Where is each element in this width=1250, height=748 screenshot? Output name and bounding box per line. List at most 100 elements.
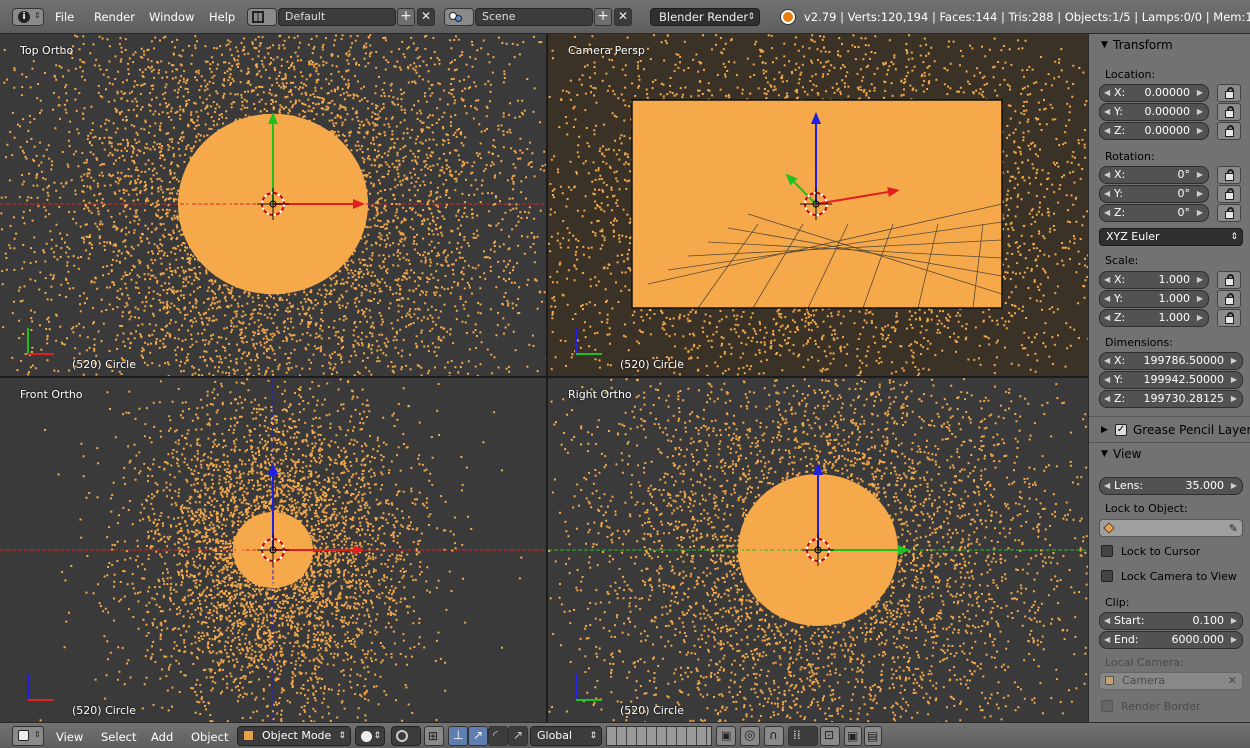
dimensions-x-field[interactable]: ◀ X: 199786.50000 ▶: [1099, 352, 1243, 370]
lock-to-object-field[interactable]: ✎: [1099, 519, 1243, 537]
mode-select[interactable]: Object Mode ⇕: [237, 726, 351, 746]
menu-file[interactable]: File: [55, 10, 74, 24]
screen-layout-field[interactable]: Default: [278, 8, 396, 26]
scale-manipulator-button[interactable]: ◜: [488, 726, 508, 746]
clip-start-field[interactable]: ◀ Start: 0.100 ▶: [1099, 612, 1243, 630]
snap-toggle-button[interactable]: ∩: [764, 726, 784, 746]
scale-z-field[interactable]: ◀ Z: 1.000 ▶: [1099, 309, 1209, 327]
transform-panel-header[interactable]: ▼ Transform: [1089, 34, 1250, 56]
opengl-animation-button[interactable]: ▤: [864, 726, 882, 746]
menu-render[interactable]: Render: [94, 10, 135, 24]
viewport-title: Right Ortho: [568, 388, 632, 401]
field-value: 199942.50000: [1143, 373, 1224, 386]
field-value: 0.00000: [1144, 86, 1191, 99]
lock-camera-to-view-checkbox[interactable]: [1101, 570, 1113, 582]
field-value: 6000.000: [1171, 633, 1225, 646]
lock-scale-y-button[interactable]: [1217, 290, 1241, 308]
scene-statistics: v2.79 | Verts:120,194 | Faces:144 | Tris…: [804, 10, 1250, 24]
manipulator-toggle[interactable]: ⊞: [424, 726, 444, 746]
particle-cloud: [0, 378, 546, 722]
snap-increment-icon: ⁞⁞: [793, 728, 801, 742]
opengl-render-button[interactable]: ▣: [844, 726, 862, 746]
menu-select[interactable]: Select: [101, 730, 136, 744]
scale-x-field[interactable]: ◀ X: 1.000 ▶: [1099, 271, 1209, 289]
menu-add[interactable]: Add: [151, 730, 173, 744]
render-engine-select[interactable]: Blender Render ⇕: [650, 8, 760, 26]
scale-tool-button[interactable]: ↗: [508, 726, 528, 746]
menu-help[interactable]: Help: [209, 10, 235, 24]
viewport-front-ortho[interactable]: Front Ortho (520) Circle: [0, 378, 546, 722]
proportional-edit-button[interactable]: ◎: [740, 726, 760, 746]
lock-to-cursor-label: Lock to Cursor: [1121, 545, 1201, 558]
menu-window[interactable]: Window: [149, 10, 194, 24]
rotate-manipulator-button[interactable]: ↗: [468, 726, 488, 746]
rotation-mode-select[interactable]: XYZ Euler ⇕: [1099, 228, 1243, 246]
lens-field[interactable]: ◀ Lens: 35.000 ▶: [1099, 477, 1243, 495]
field-value: 1.000: [1158, 292, 1191, 305]
arrow-right-icon: ▶: [1230, 616, 1237, 625]
add-scene-button[interactable]: +: [594, 8, 612, 26]
magnet-icon: ∩: [769, 728, 778, 742]
viewport-shading-select[interactable]: ⇕: [355, 726, 385, 746]
lock-to-cursor-checkbox[interactable]: [1101, 545, 1113, 557]
lock-layers-button[interactable]: ▣: [716, 726, 736, 746]
pivot-point-select[interactable]: [391, 726, 421, 746]
field-value: 0.00000: [1144, 124, 1191, 137]
viewport-camera-persp[interactable]: Camera Persp (520) Circle: [548, 34, 1088, 376]
add-screen-button[interactable]: +: [397, 8, 415, 26]
viewport-right-ortho[interactable]: Right Ortho (520) Circle: [548, 378, 1088, 722]
delete-scene-button[interactable]: ✕: [614, 8, 632, 26]
delete-screen-button[interactable]: ✕: [417, 8, 435, 26]
lock-rotation-x-button[interactable]: [1217, 166, 1241, 184]
lock-location-y-button[interactable]: [1217, 103, 1241, 121]
lock-rotation-y-button[interactable]: [1217, 185, 1241, 203]
scale-y-field[interactable]: ◀ Y: 1.000 ▶: [1099, 290, 1209, 308]
viewport-divider-horizontal[interactable]: [0, 376, 1088, 378]
translate-manipulator-button[interactable]: ⊥: [448, 726, 468, 746]
render-border-checkbox[interactable]: [1101, 700, 1113, 712]
viewport-divider-vertical[interactable]: [546, 34, 548, 722]
blender-logo-icon: [781, 10, 795, 24]
menu-object[interactable]: Object: [191, 730, 228, 744]
scene-browse-button[interactable]: [444, 8, 474, 26]
rotation-z-field[interactable]: ◀ Z: 0° ▶: [1099, 204, 1209, 222]
rotation-label: Rotation:: [1105, 150, 1155, 163]
field-value: 0°: [1177, 206, 1191, 219]
clip-end-label: End:: [1114, 633, 1139, 646]
editor-type-button[interactable]: ⇕: [12, 726, 44, 746]
location-x-field[interactable]: ◀ X: 0.00000 ▶: [1099, 84, 1209, 102]
grease-pencil-checkbox[interactable]: ✓: [1115, 424, 1127, 436]
scene-field[interactable]: Scene: [475, 8, 593, 26]
local-camera-field[interactable]: Camera ✕: [1099, 672, 1243, 690]
chevron-updown-icon: ⇕: [338, 731, 346, 741]
lock-scale-z-button[interactable]: [1217, 309, 1241, 327]
viewport-title: Camera Persp: [568, 44, 645, 57]
viewport-top-ortho[interactable]: Top Ortho (520) Circle: [0, 34, 546, 376]
snap-target-button[interactable]: ⊡: [820, 726, 840, 746]
dimensions-y-field[interactable]: ◀ Y: 199942.50000 ▶: [1099, 371, 1243, 389]
dimensions-z-field[interactable]: ◀ Z: 199730.28125 ▶: [1099, 390, 1243, 408]
arrow-right-icon: ▶: [1230, 394, 1237, 403]
axis-label: X:: [1114, 273, 1126, 286]
arrow-left-icon: ◀: [1104, 208, 1111, 217]
field-value: 35.000: [1185, 479, 1225, 492]
menu-view[interactable]: View: [56, 730, 83, 744]
rotation-y-field[interactable]: ◀ Y: 0° ▶: [1099, 185, 1209, 203]
clip-end-field[interactable]: ◀ End: 6000.000 ▶: [1099, 631, 1243, 649]
lock-scale-x-button[interactable]: [1217, 271, 1241, 289]
transform-orientation-select[interactable]: Global ⇕: [530, 726, 602, 746]
lock-location-x-button[interactable]: [1217, 84, 1241, 102]
arrow-right-icon: ▶: [1230, 356, 1237, 365]
screen-layout-browse-button[interactable]: [247, 8, 277, 26]
layer-buttons[interactable]: [606, 726, 712, 746]
axis-label: Z:: [1114, 311, 1126, 324]
view-panel-header[interactable]: ▼ View: [1089, 443, 1250, 465]
rotation-x-field[interactable]: ◀ X: 0° ▶: [1099, 166, 1209, 184]
snap-element-select[interactable]: ⁞⁞: [788, 726, 818, 746]
lock-location-z-button[interactable]: [1217, 122, 1241, 140]
location-z-field[interactable]: ◀ Z: 0.00000 ▶: [1099, 122, 1209, 140]
lock-rotation-z-button[interactable]: [1217, 204, 1241, 222]
editor-type-button[interactable]: i ⇕: [12, 8, 44, 26]
grease-pencil-panel-header[interactable]: ▶ ✓ Grease Pencil Layers: [1089, 419, 1250, 441]
location-y-field[interactable]: ◀ Y: 0.00000 ▶: [1099, 103, 1209, 121]
